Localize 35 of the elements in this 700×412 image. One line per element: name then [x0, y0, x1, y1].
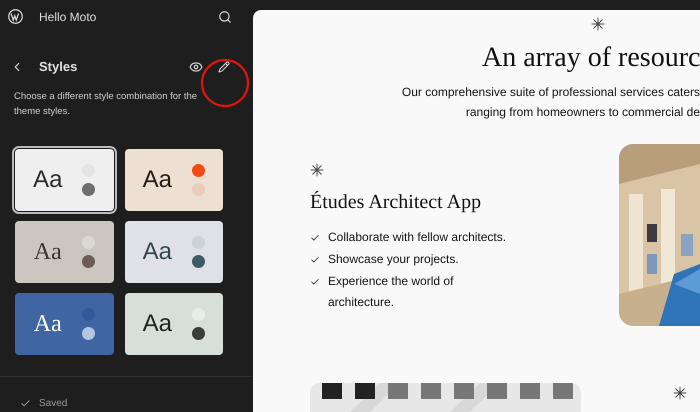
- intro-text: Our comprehensive suite of professional services caters: [402, 84, 700, 101]
- typography-sample: Aa: [142, 309, 172, 339]
- style-variation-card[interactable]: Aa: [124, 221, 223, 283]
- check-icon: [20, 398, 31, 409]
- check-icon: [310, 233, 320, 243]
- panel-title: Styles: [39, 58, 78, 76]
- typography-sample: Aa: [142, 165, 172, 195]
- eye-icon[interactable]: [189, 60, 203, 74]
- check-icon: [310, 255, 320, 265]
- search-icon[interactable]: [218, 10, 232, 24]
- feature-item: Experience the world of architecture.: [328, 273, 454, 311]
- style-variation-card[interactable]: Aa: [15, 149, 114, 211]
- style-variation-card[interactable]: Aa: [15, 293, 114, 355]
- section-heading: An array of resourc: [482, 41, 700, 75]
- wordpress-logo-icon[interactable]: [8, 9, 23, 24]
- style-variation-card[interactable]: Aa: [124, 149, 223, 211]
- highlight-circle: [200, 58, 250, 108]
- pencil-icon[interactable]: [218, 61, 230, 73]
- panel-description: Choose a different style combination for the theme styles.: [14, 90, 198, 119]
- feature-item: Showcase your projects.: [328, 251, 460, 268]
- style-variation-card[interactable]: Aa: [15, 221, 114, 283]
- asterisk-icon: [310, 163, 324, 177]
- typography-sample: Aa: [34, 310, 62, 339]
- asterisk-icon: [673, 386, 687, 400]
- save-status: Saved: [39, 397, 68, 411]
- typography-sample: Aa: [142, 237, 172, 267]
- typography-sample: Aa: [33, 165, 62, 195]
- intro-text: ranging from homeowners to commercial de: [466, 104, 700, 121]
- feature-title: Études Architect App: [310, 190, 482, 215]
- feature-item: Collaborate with fellow architects.: [328, 229, 508, 246]
- check-icon: [310, 277, 320, 287]
- style-variation-card[interactable]: Aa: [124, 293, 223, 355]
- site-title[interactable]: Hello Moto: [39, 8, 96, 26]
- typography-sample: Aa: [34, 238, 62, 267]
- asterisk-icon: [591, 17, 605, 31]
